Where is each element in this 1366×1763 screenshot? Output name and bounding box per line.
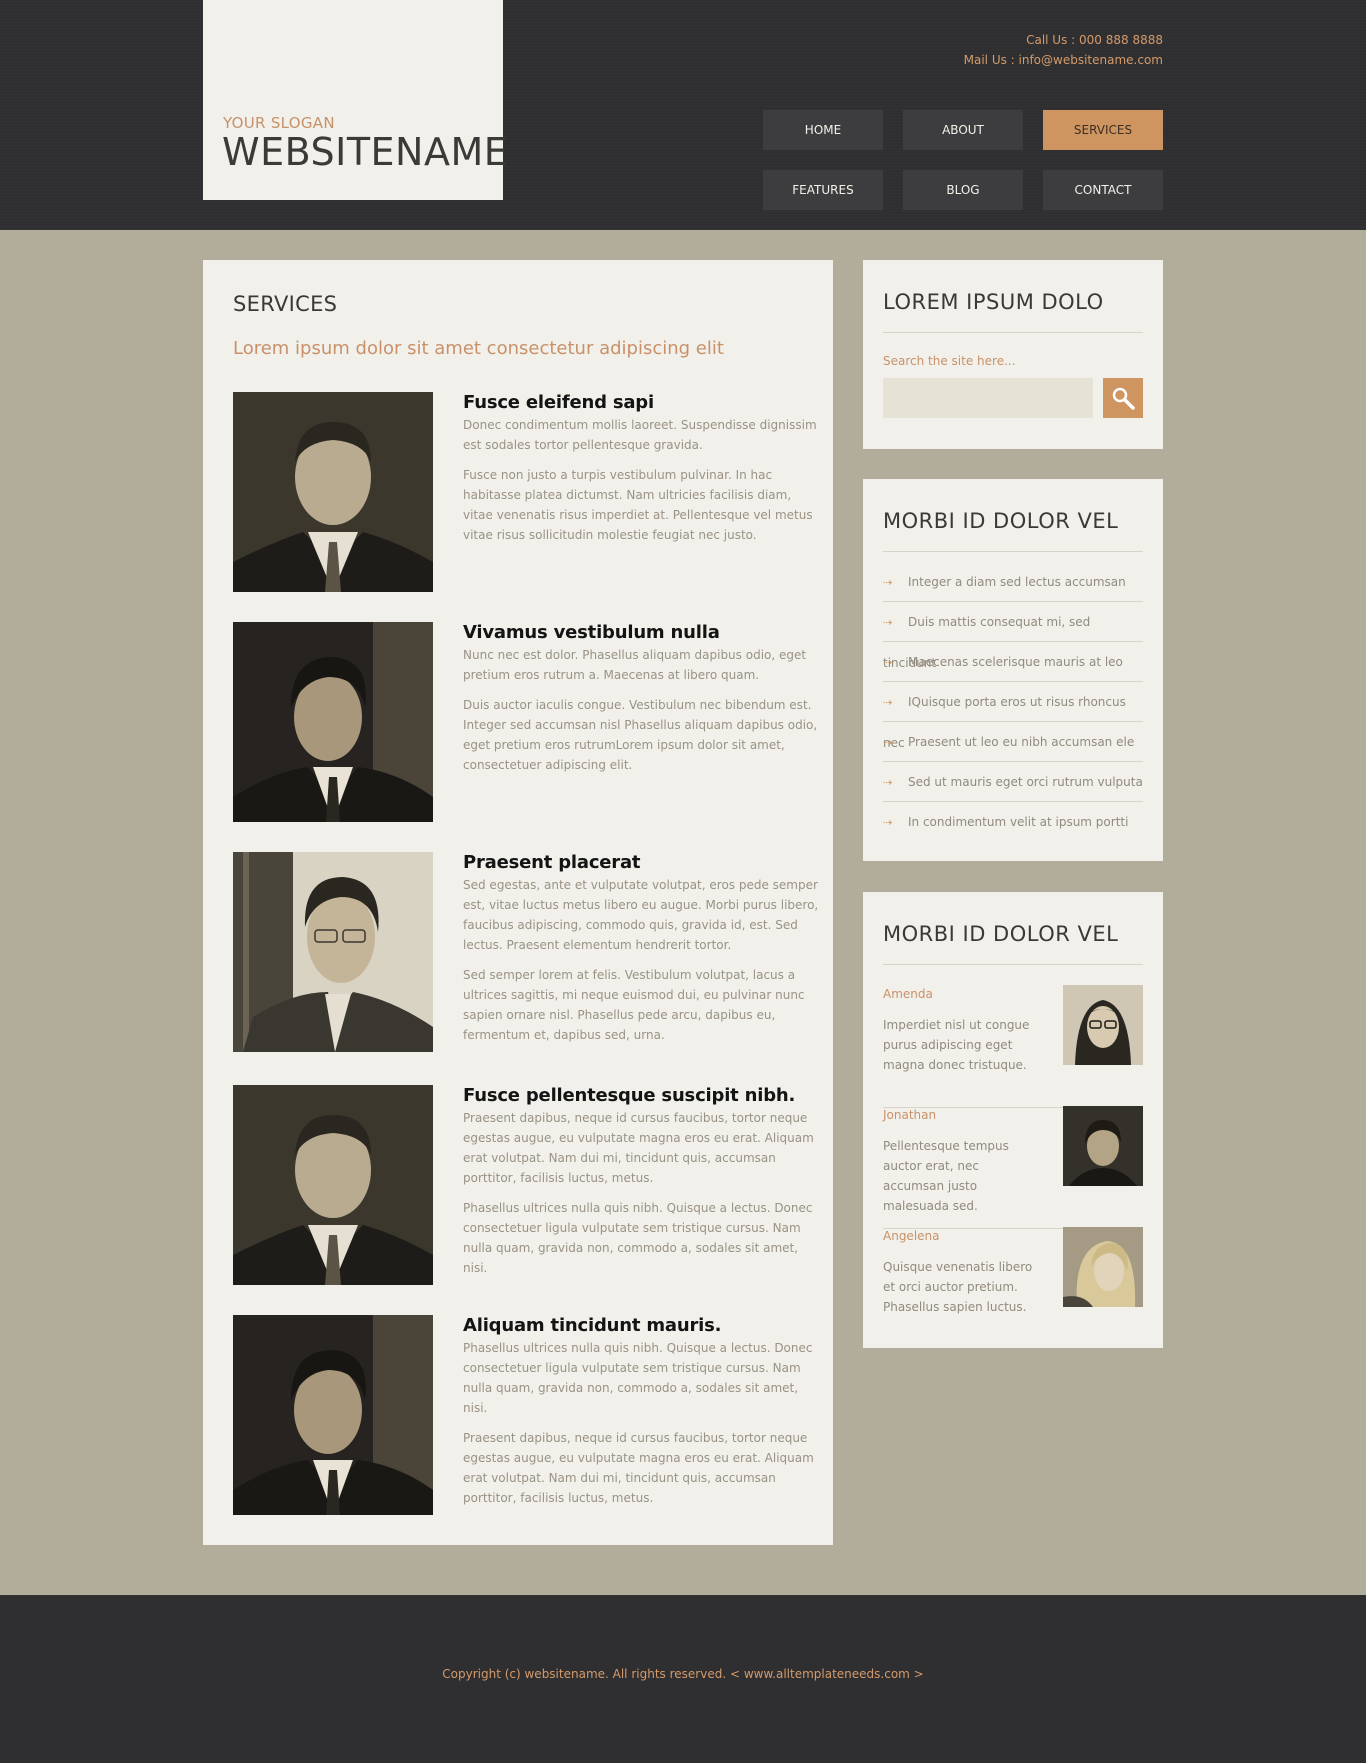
- widget-title: MORBI ID DOLOR VEL: [883, 922, 1119, 946]
- phone-text: Call Us : 000 888 8888: [1026, 33, 1163, 47]
- widget-title: LOREM IPSUM DOLO: [883, 290, 1104, 314]
- email-link[interactable]: Mail Us : info@websitename.com: [964, 50, 1163, 70]
- nav-blog[interactable]: BLOG: [903, 170, 1023, 210]
- service-paragraph: Phasellus ultrices nulla quis nibh. Quis…: [463, 1201, 813, 1275]
- list-item-label: Integer a diam sed lectus accumsan: [908, 575, 1126, 589]
- nav-home[interactable]: HOME: [763, 110, 883, 150]
- list-item-label: Praesent ut leo eu nibh accumsan ele: [908, 735, 1135, 749]
- page-title: SERVICES: [233, 292, 338, 316]
- testimonial-text: Quisque venenatis libero et orci auctor …: [883, 1260, 1033, 1314]
- service-title[interactable]: Aliquam tincidunt mauris.: [463, 1315, 823, 1336]
- search-input[interactable]: [883, 378, 1093, 418]
- service-title[interactable]: Praesent placerat: [463, 852, 823, 873]
- nav-about[interactable]: ABOUT: [903, 110, 1023, 150]
- service-text: Aliquam tincidunt mauris. Phasellus ultr…: [463, 1315, 823, 1518]
- service-paragraph: Donec condimentum mollis laoreet. Suspen…: [463, 418, 817, 452]
- service-item: Praesent placerat Sed egestas, ante et v…: [233, 852, 818, 1052]
- list-item[interactable]: ⇢ IQuisque porta eros ut risus rhoncus ne…: [883, 682, 1143, 750]
- service-item: Vivamus vestibulum nulla Nunc nec est do…: [233, 622, 817, 822]
- search-widget: LOREM IPSUM DOLO Search the site here...: [863, 260, 1163, 449]
- list-item-label: Sed ut mauris eget orci rutrum vulputa: [908, 775, 1143, 789]
- testimonial-item: Amenda Imperdiet nisl ut congue purus ad…: [883, 985, 1143, 1108]
- list-item[interactable]: ⇢ In condimentum velit at ipsum portti: [883, 802, 1143, 842]
- arrow-icon: ⇢: [883, 576, 893, 589]
- list-item[interactable]: ⇢ Sed ut mauris eget orci rutrum vulputa: [883, 762, 1143, 802]
- arrow-icon: ⇢: [883, 816, 893, 829]
- contact-info: Call Us : 000 888 8888 Mail Us : info@we…: [964, 30, 1163, 70]
- service-item: Fusce eleifend sapi Donec condimentum mo…: [233, 392, 817, 592]
- service-paragraph: Duis auctor iaculis congue. Vestibulum n…: [463, 698, 818, 772]
- page-subtitle: Lorem ipsum dolor sit amet consectetur a…: [233, 338, 724, 359]
- site-footer: Copyright (c) websitename. All rights re…: [0, 1595, 1366, 1763]
- service-paragraph: Sed egestas, ante et vulputate volutpat,…: [463, 878, 819, 952]
- divider: [883, 332, 1143, 333]
- site-name[interactable]: WEBSITENAME: [222, 130, 508, 174]
- list-item[interactable]: ⇢ Maecenas scelerisque mauris at leo: [883, 642, 1143, 682]
- avatar: [1063, 985, 1143, 1065]
- portrait-photo: [233, 392, 433, 592]
- arrow-icon: ⇢: [883, 736, 893, 749]
- arrow-icon: ⇢: [883, 616, 893, 629]
- avatar: [1063, 1106, 1143, 1186]
- service-paragraph: Fusce non justo a turpis vestibulum pulv…: [463, 468, 813, 542]
- list-item[interactable]: ⇢ Integer a diam sed lectus accumsan: [883, 562, 1143, 602]
- service-paragraph: Phasellus ultrices nulla quis nibh. Quis…: [463, 1341, 813, 1415]
- nav-services[interactable]: SERVICES: [1043, 110, 1163, 150]
- testimonial-text: Pellentesque tempus auctor erat, nec acc…: [883, 1139, 1009, 1213]
- arrow-icon: ⇢: [883, 656, 893, 669]
- list-item[interactable]: ⇢ Praesent ut leo eu nibh accumsan ele: [883, 722, 1143, 762]
- search-icon: [1112, 387, 1135, 410]
- nav-contact[interactable]: CONTACT: [1043, 170, 1163, 210]
- testimonial-name[interactable]: Amenda: [883, 987, 933, 1001]
- service-text: Praesent placerat Sed egestas, ante et v…: [463, 852, 823, 1055]
- service-text: Fusce eleifend sapi Donec condimentum mo…: [463, 392, 823, 555]
- search-button[interactable]: [1103, 378, 1143, 418]
- nav-features[interactable]: FEATURES: [763, 170, 883, 210]
- testimonial-name[interactable]: Jonathan: [883, 1108, 936, 1122]
- service-paragraph: Nunc nec est dolor. Phasellus aliquam da…: [463, 648, 807, 682]
- list-item[interactable]: ⇢ Duis mattis consequat mi, sed tincidunt: [883, 602, 1143, 670]
- service-paragraph: Praesent dapibus, neque id cursus faucib…: [463, 1431, 814, 1505]
- testimonials-widget: MORBI ID DOLOR VEL Amenda Imperdiet nisl…: [863, 892, 1163, 1348]
- testimonial-item: Angelena Quisque venenatis libero et orc…: [883, 1227, 1143, 1350]
- logo-box[interactable]: YOUR SLOGAN WEBSITENAME: [203, 0, 508, 200]
- divider: [883, 551, 1143, 552]
- list-item-label: In condimentum velit at ipsum portti: [908, 815, 1129, 829]
- arrow-icon: ⇢: [883, 776, 893, 789]
- avatar: [1063, 1227, 1143, 1307]
- testimonial-text: Imperdiet nisl ut congue purus adipiscin…: [883, 1018, 1030, 1072]
- service-text: Fusce pellentesque suscipit nibh. Praese…: [463, 1085, 823, 1288]
- site-header: YOUR SLOGAN WEBSITENAME Call Us : 000 88…: [0, 0, 1366, 230]
- arrow-icon: ⇢: [883, 696, 893, 709]
- service-item: Fusce pellentesque suscipit nibh. Praese…: [233, 1085, 814, 1285]
- portrait-photo: [233, 852, 433, 1052]
- portrait-photo: [233, 1315, 433, 1515]
- portrait-photo: [233, 1085, 433, 1285]
- list-item-label: Maecenas scelerisque mauris at leo: [908, 655, 1123, 669]
- testimonial-item: Jonathan Pellentesque tempus auctor erat…: [883, 1106, 1143, 1229]
- search-label: Search the site here...: [883, 354, 1016, 368]
- service-title[interactable]: Fusce pellentesque suscipit nibh.: [463, 1085, 823, 1106]
- service-title[interactable]: Fusce eleifend sapi: [463, 392, 823, 413]
- service-item: Aliquam tincidunt mauris. Phasellus ultr…: [233, 1315, 814, 1515]
- divider: [883, 964, 1143, 965]
- portrait-photo: [233, 622, 433, 822]
- widget-title: MORBI ID DOLOR VEL: [883, 509, 1119, 533]
- service-paragraph: Sed semper lorem at felis. Vestibulum vo…: [463, 968, 805, 1042]
- links-widget: MORBI ID DOLOR VEL ⇢ Integer a diam sed l…: [863, 479, 1163, 861]
- service-paragraph: Praesent dapibus, neque id cursus faucib…: [463, 1111, 814, 1185]
- services-panel: SERVICES Lorem ipsum dolor sit amet cons…: [203, 260, 833, 1545]
- service-title[interactable]: Vivamus vestibulum nulla: [463, 622, 823, 643]
- testimonial-name[interactable]: Angelena: [883, 1229, 940, 1243]
- service-text: Vivamus vestibulum nulla Nunc nec est do…: [463, 622, 823, 785]
- copyright-text[interactable]: Copyright (c) websitename. All rights re…: [0, 1667, 1366, 1681]
